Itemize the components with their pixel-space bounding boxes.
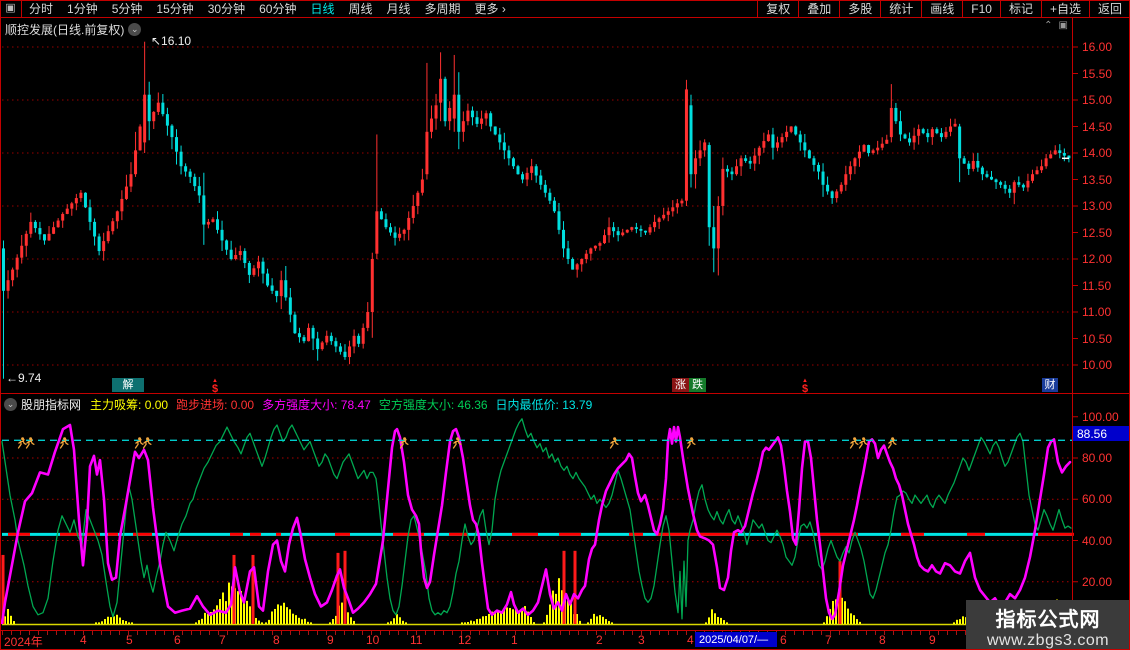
period-menu: 分时1分钟5分钟15分钟30分钟60分钟日线周线月线多周期更多 › — [22, 0, 513, 17]
date-label: 3 — [638, 633, 645, 647]
indicator-name[interactable]: ⌄ 股朋指标网 — [4, 396, 81, 413]
menu-item-周线[interactable]: 周线 — [341, 1, 379, 17]
watermark: 指标公式网 www.zbgs3.com — [966, 600, 1130, 650]
menu-item-画线[interactable]: 画线 — [921, 1, 962, 17]
indicator-param: 日内最低价: 13.79 — [496, 398, 593, 412]
date-label: 4 — [687, 633, 694, 647]
chart-corner-icons: ⌃ ▣ — [1044, 20, 1068, 31]
date-label: 7 — [825, 633, 832, 647]
date-label: 11 — [410, 633, 422, 647]
menu-item-5分钟[interactable]: 5分钟 — [105, 1, 150, 17]
date-label: 9 — [929, 633, 936, 647]
menu-item-分时[interactable]: 分时 — [22, 1, 60, 17]
chart-title-row: 顺控发展(日线.前复权) ⌄ — [5, 21, 141, 38]
date-axis: 2025/04/07/— 2024年45678910111212346789 — [0, 631, 1130, 649]
price-axis-label: 10.50 — [1082, 332, 1112, 346]
price-axis-line — [1072, 17, 1073, 631]
window-menu-icon[interactable]: ▣ — [0, 0, 22, 17]
price-axis-label: 14.50 — [1082, 120, 1112, 134]
indicator-axis-label: 20.00 — [1082, 575, 1112, 589]
selected-date-box: 2025/04/07/— — [695, 632, 777, 647]
event-badge-涨[interactable]: 涨 — [672, 378, 689, 392]
indicator-axis-label: 60.00 — [1082, 492, 1112, 506]
date-label: 8 — [879, 633, 886, 647]
menu-item-更多 ›[interactable]: 更多 › — [468, 1, 513, 17]
date-ticks — [2, 631, 1072, 635]
watermark-title: 指标公式网 — [966, 603, 1130, 632]
date-label: 9 — [327, 633, 334, 647]
indicator-value-box: 88.56 — [1073, 426, 1130, 441]
menu-item-+自选[interactable]: +自选 — [1041, 1, 1089, 17]
indicator-param: 跑步进场: 0.00 — [176, 398, 254, 412]
price-axis-label: 11.00 — [1082, 305, 1111, 319]
price-axis-label: 14.00 — [1082, 146, 1112, 160]
indicator-param: 主力吸筹: 0.00 — [90, 398, 168, 412]
menu-item-F10[interactable]: F10 — [962, 1, 1000, 17]
event-badge-$[interactable]: ▲$ — [210, 378, 220, 392]
indicator-axis-label: 80.00 — [1082, 451, 1112, 465]
collapse-chevron-icon[interactable]: ⌄ — [128, 23, 141, 36]
price-axis-label: 15.00 — [1082, 93, 1112, 107]
menu-item-复权[interactable]: 复权 — [757, 1, 798, 17]
indicator-header: ⌄ 股朋指标网 主力吸筹: 0.00 跑步进场: 0.00 多方强度大小: 78.4… — [4, 396, 600, 413]
date-label: 2024年 — [4, 633, 43, 650]
top-menubar: ▣ 分时1分钟5分钟15分钟30分钟60分钟日线周线月线多周期更多 › 复权叠加… — [0, 0, 1130, 18]
price-axis-label: 16.00 — [1082, 40, 1112, 54]
menu-item-标记[interactable]: 标记 — [1000, 1, 1041, 17]
tools-menu: 复权叠加多股统计画线F10标记+自选返回 — [757, 0, 1130, 17]
date-label: 12 — [458, 633, 471, 647]
date-label: 4 — [80, 633, 87, 647]
page-title: 顺控发展(日线.前复权) — [5, 21, 124, 38]
menu-item-1分钟[interactable]: 1分钟 — [60, 1, 105, 17]
date-label: 1 — [511, 633, 518, 647]
indicator-param: 空方强度大小: 46.36 — [379, 398, 488, 412]
menu-item-日线[interactable]: 日线 — [303, 1, 341, 17]
price-axis-label: 13.00 — [1082, 199, 1112, 213]
price-axis-label: 12.00 — [1082, 252, 1112, 266]
event-badge-解[interactable]: 解 — [112, 378, 144, 392]
watermark-url: www.zbgs3.com — [966, 632, 1130, 650]
date-label: 8 — [273, 633, 280, 647]
date-label: 7 — [219, 633, 226, 647]
date-label: 5 — [126, 633, 133, 647]
menu-item-叠加[interactable]: 叠加 — [798, 1, 839, 17]
event-badge-$[interactable]: ▲$ — [800, 378, 810, 392]
event-badge-财[interactable]: 财 — [1042, 378, 1058, 392]
menu-item-返回[interactable]: 返回 — [1089, 1, 1130, 17]
indicator-params: 主力吸筹: 0.00 跑步进场: 0.00 多方强度大小: 78.47 空方强度大小:… — [90, 396, 600, 413]
price-axis-label: 12.50 — [1082, 226, 1112, 240]
menu-item-15分钟[interactable]: 15分钟 — [149, 1, 200, 17]
indicator-param: 多方强度大小: 78.47 — [262, 398, 371, 412]
date-label: 2 — [596, 633, 603, 647]
low-price-annotation: ←9.74 — [6, 371, 41, 385]
event-badge-跌[interactable]: 跌 — [689, 378, 706, 392]
menu-item-30分钟[interactable]: 30分钟 — [201, 1, 252, 17]
chevron-up-icon[interactable]: ⌃ — [1044, 20, 1052, 31]
menu-item-60分钟[interactable]: 60分钟 — [252, 1, 303, 17]
price-axis-label: 10.00 — [1082, 358, 1112, 372]
date-label: 10 — [366, 633, 379, 647]
indicator-axis-label: 100.00 — [1082, 410, 1119, 424]
chart-canvas[interactable] — [0, 0, 1130, 650]
price-axis-label: 13.50 — [1082, 173, 1112, 187]
price-axis-label: 11.50 — [1082, 279, 1111, 293]
window-icon[interactable]: ▣ — [1059, 20, 1068, 31]
price-axis-label: 15.50 — [1082, 67, 1112, 81]
date-label: 6 — [780, 633, 787, 647]
panel-separator — [0, 393, 1130, 394]
menu-item-多股[interactable]: 多股 — [839, 1, 880, 17]
collapse-chevron-icon[interactable]: ⌄ — [4, 398, 17, 411]
date-label: 6 — [174, 633, 181, 647]
high-price-annotation: ↖16.10 — [151, 34, 191, 48]
menu-item-统计[interactable]: 统计 — [880, 1, 921, 17]
menu-item-月线[interactable]: 月线 — [380, 1, 418, 17]
indicator-axis-label: 40.00 — [1082, 534, 1112, 548]
menu-item-多周期[interactable]: 多周期 — [418, 1, 468, 17]
